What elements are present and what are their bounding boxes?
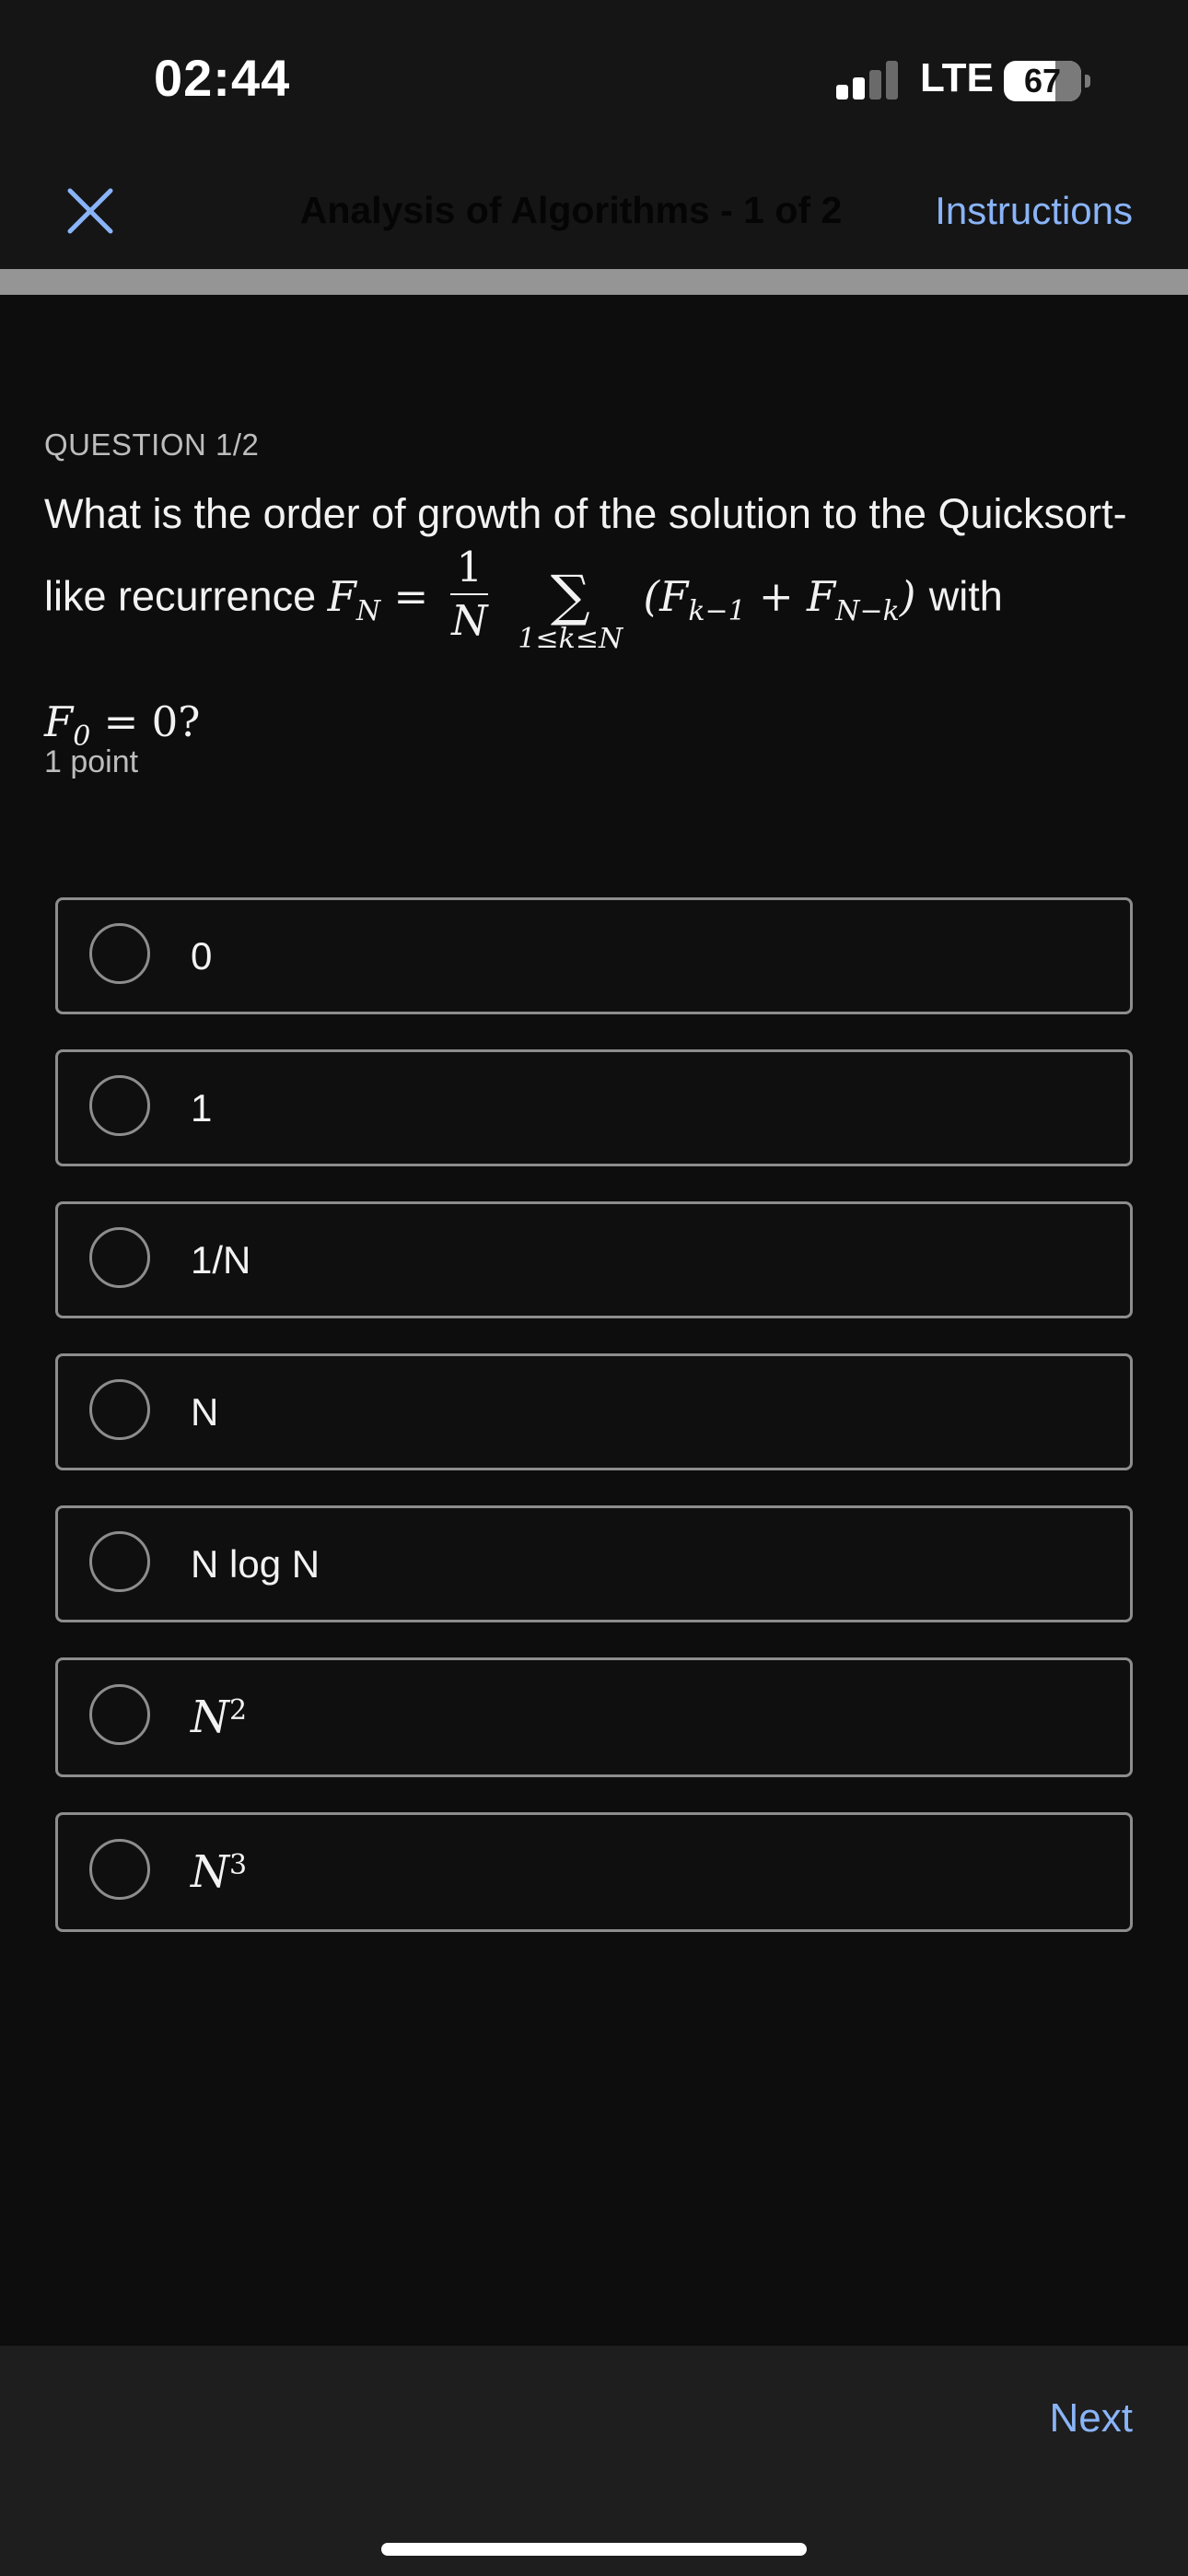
- initial-condition: F0 = 0?: [44, 697, 201, 753]
- status-time: 02:44: [154, 49, 291, 107]
- radio-button[interactable]: [89, 1074, 150, 1136]
- page-title: Analysis of Algorithms - 1 of 2: [299, 189, 843, 231]
- cellular-signal-icon: [836, 61, 899, 100]
- next-button[interactable]: Next: [1050, 2395, 1133, 2441]
- radio-button[interactable]: [89, 1684, 150, 1745]
- question-text-suffix: with: [928, 572, 1003, 620]
- answer-option-label: N: [191, 1389, 219, 1434]
- question-text-prefix: like recurrence: [44, 572, 317, 620]
- answer-option[interactable]: N2: [55, 1657, 1133, 1777]
- progress-bar: [0, 269, 1188, 295]
- radio-button[interactable]: [89, 1839, 150, 1900]
- battery-icon: 67: [1004, 61, 1090, 101]
- question-text: What is the order of growth of the solut…: [44, 481, 1149, 770]
- fraction: 1 N: [450, 543, 489, 645]
- answer-option[interactable]: N3: [55, 1812, 1133, 1932]
- question-points: 1 point: [44, 744, 139, 779]
- answer-option-label: 1/N: [191, 1237, 251, 1282]
- answer-option[interactable]: 0: [55, 897, 1133, 1014]
- home-indicator: [381, 2543, 807, 2556]
- answer-option-label: N3: [191, 1846, 248, 1898]
- close-icon[interactable]: [61, 181, 120, 240]
- answer-option-label: N2: [191, 1692, 248, 1743]
- summation: ∑ 1≤k≤N: [518, 564, 623, 655]
- answer-option[interactable]: N: [55, 1353, 1133, 1470]
- radio-button[interactable]: [89, 1378, 150, 1440]
- bottom-bar: Next: [0, 2346, 1188, 2576]
- nav-bar: Analysis of Algorithms - 1 of 2 Instruct…: [0, 161, 1188, 269]
- question-text-line2: like recurrence FN = 1 N ∑ 1≤k≤N (Fk−1 +…: [44, 543, 1149, 655]
- answer-option-label: 1: [191, 1085, 213, 1130]
- question-number: QUESTION 1/2: [44, 427, 260, 462]
- recurrence-formula: FN = 1 N ∑ 1≤k≤N (Fk−1 + FN−k): [327, 543, 916, 655]
- battery-level: 67: [1023, 62, 1062, 100]
- answer-option[interactable]: N log N: [55, 1505, 1133, 1622]
- radio-button[interactable]: [89, 1226, 150, 1288]
- radio-button[interactable]: [89, 1530, 150, 1592]
- answer-option-label: N log N: [191, 1541, 320, 1586]
- answer-options: 0 1 1/N N N log N N2 N3: [55, 897, 1133, 1967]
- answer-option-label: 0: [191, 933, 213, 978]
- answer-option[interactable]: 1: [55, 1049, 1133, 1166]
- instructions-link[interactable]: Instructions: [935, 189, 1133, 233]
- network-type: LTE: [920, 55, 994, 100]
- radio-button[interactable]: [89, 922, 150, 984]
- answer-option[interactable]: 1/N: [55, 1201, 1133, 1318]
- status-bar: 02:44 LTE 67: [0, 0, 1188, 161]
- question-text-line1: What is the order of growth of the solut…: [44, 490, 1127, 537]
